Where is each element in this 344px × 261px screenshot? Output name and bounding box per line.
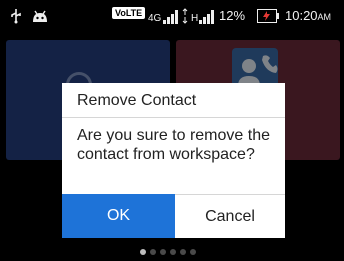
- signal-icon-2: [199, 10, 214, 24]
- page-dot[interactable]: [160, 249, 166, 255]
- android-icon: [33, 10, 47, 22]
- page-dot[interactable]: [180, 249, 186, 255]
- page-dot[interactable]: [150, 249, 156, 255]
- data-arrows-icon: [182, 8, 188, 24]
- dialog-message: Are you sure to remove the contact from …: [77, 127, 270, 163]
- remove-contact-dialog: Remove Contact Are you sure to remove th…: [62, 83, 285, 238]
- cancel-button[interactable]: Cancel: [175, 194, 285, 238]
- page-dot[interactable]: [170, 249, 176, 255]
- signal-icon: [163, 10, 178, 24]
- battery-charging-icon: [257, 9, 279, 23]
- usb-icon: [11, 9, 21, 24]
- battery-percent: 12%: [219, 8, 246, 23]
- page-indicator: [140, 249, 196, 257]
- dialog-title: Remove Contact: [77, 92, 197, 109]
- status-bar: VoLTE 4G H 12% 10:20AM: [0, 0, 344, 32]
- page-dot[interactable]: [140, 249, 146, 255]
- network-4g-label: 4G: [148, 13, 162, 24]
- ok-button[interactable]: OK: [62, 194, 175, 238]
- dialog-divider: [62, 117, 285, 118]
- clock: 10:20AM: [285, 8, 332, 23]
- page-dot[interactable]: [190, 249, 196, 255]
- volte-badge: VoLTE: [112, 7, 146, 19]
- network-h-label: H: [191, 13, 199, 24]
